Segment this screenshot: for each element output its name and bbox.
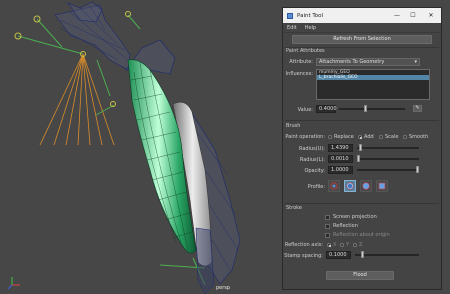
attribute-value: Attachments To Geometry (319, 59, 385, 65)
profile-label: Profile: (307, 184, 325, 190)
refresh-from-selection-button[interactable]: Refresh From Selection (292, 35, 432, 44)
opacity-slider[interactable] (357, 169, 419, 171)
reflection-checkbox[interactable]: Reflection (325, 223, 358, 229)
radius-u-field[interactable]: 1.4390 (328, 144, 353, 152)
reflection-axis-label: Reflection axis: (284, 242, 323, 248)
radio-dot (379, 135, 383, 139)
value-label: Value: (297, 107, 313, 113)
radio-dot (340, 243, 344, 247)
menu-bar: Edit Help (283, 23, 441, 33)
radius-l-label: Radius(L): (299, 157, 325, 163)
value-picker-icon[interactable]: ✎ (413, 105, 422, 112)
radio-replace[interactable]: Replace (328, 134, 354, 140)
value-slider[interactable] (339, 108, 405, 110)
radius-l-field[interactable]: 0.0010 (328, 155, 353, 163)
radio-scale[interactable]: Scale (379, 134, 398, 140)
title-bar[interactable]: Paint Tool — ☐ ✕ (283, 8, 441, 23)
reflection-about-origin-checkbox[interactable]: Reflection about origin (325, 232, 390, 238)
divider (285, 203, 439, 204)
solid-brush-icon[interactable] (360, 180, 372, 192)
radio-axis-z[interactable]: Z (353, 242, 362, 248)
radio-dot-selected (327, 243, 331, 247)
radius-l-slider-handle[interactable] (357, 155, 360, 162)
maximize-button[interactable]: ☐ (405, 8, 421, 23)
radio-add[interactable]: Add (358, 134, 374, 140)
menu-edit[interactable]: Edit (287, 25, 297, 31)
radio-smooth[interactable]: Smooth (403, 134, 428, 140)
gaussian-brush-icon[interactable] (344, 180, 356, 192)
paint-tool-window: Paint Tool — ☐ ✕ Edit Help Refresh From … (282, 7, 442, 290)
camera-label: persp (216, 285, 231, 291)
viewport-scene (7, 1, 241, 294)
checkbox-box (325, 232, 330, 238)
value-field[interactable]: 0.4000 (316, 105, 337, 113)
radio-dot (403, 135, 407, 139)
radio-dot (328, 135, 332, 139)
radius-l-slider[interactable] (357, 158, 419, 160)
radius-u-label: Radius(U): (298, 146, 325, 152)
chevron-down-icon: ▾ (414, 59, 417, 65)
close-button[interactable]: ✕ (423, 8, 439, 23)
square-brush-icon[interactable] (376, 180, 388, 192)
radio-dot-selected (358, 135, 362, 139)
attribute-label: Attribute: (289, 59, 313, 65)
influences-list[interactable]: mummy_GEO L_brachialis_GEO (316, 69, 430, 100)
checkbox-box (325, 223, 330, 229)
stamp-spacing-label: Stamp spacing: (284, 253, 323, 259)
menu-help[interactable]: Help (305, 25, 316, 31)
flood-button[interactable]: Flood (326, 271, 394, 280)
brush-header: Brush (286, 123, 301, 129)
opacity-slider-handle[interactable] (416, 166, 419, 173)
checkbox-box (325, 214, 330, 220)
rig-joint-lines (39, 53, 115, 146)
list-item-selected[interactable]: L_brachialis_GEO (317, 75, 429, 80)
opacity-field[interactable]: 1.0000 (328, 166, 353, 174)
stroke-header: Stroke (286, 205, 302, 211)
minimize-button[interactable]: — (389, 8, 405, 23)
stamp-spacing-field[interactable]: 0.1000 (326, 251, 351, 259)
screen-projection-checkbox[interactable]: Screen projection (325, 214, 377, 220)
stamp-spacing-slider-handle[interactable] (361, 251, 365, 258)
soft-brush-icon[interactable] (328, 180, 340, 192)
influences-label: Influences: (285, 71, 313, 77)
radius-u-slider[interactable] (357, 147, 419, 149)
paint-tool-icon (287, 12, 293, 19)
stamp-spacing-slider[interactable] (355, 254, 419, 256)
paint-attributes-header: Paint Attributes (286, 48, 325, 54)
radio-axis-y[interactable]: Y (340, 242, 349, 248)
radio-dot (353, 243, 357, 247)
radio-axis-x[interactable]: X (327, 242, 336, 248)
opacity-label: Opacity: (304, 168, 325, 174)
paint-operation-label: Paint operation: (285, 134, 325, 140)
attribute-dropdown[interactable]: Attachments To Geometry ▾ (316, 58, 420, 66)
value-slider-handle[interactable] (364, 105, 368, 112)
divider (285, 120, 439, 121)
window-title: Paint Tool (297, 12, 324, 19)
radius-u-slider-handle[interactable] (358, 144, 362, 151)
axis-gizmo-icon (7, 277, 20, 290)
